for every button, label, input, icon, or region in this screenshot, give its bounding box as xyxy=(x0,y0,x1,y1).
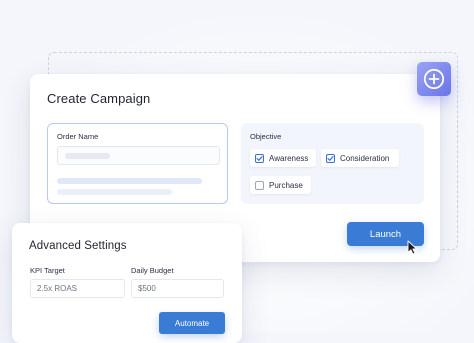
advanced-settings-title: Advanced Settings xyxy=(29,240,127,252)
objective-label: Objective xyxy=(250,132,282,141)
objective-label-purchase: Purchase xyxy=(269,180,303,190)
order-name-input[interactable] xyxy=(57,146,220,165)
input-placeholder-bar xyxy=(65,153,110,159)
add-campaign-button[interactable] xyxy=(417,62,451,96)
checkbox-checked-icon[interactable] xyxy=(326,153,335,163)
objective-chip-awareness[interactable]: Awareness xyxy=(250,149,316,167)
plus-circle-icon xyxy=(423,68,445,90)
kpi-target-label: KPI Target xyxy=(30,266,65,275)
skeleton-line xyxy=(57,178,202,184)
skeleton-line xyxy=(57,189,172,195)
advanced-settings-card: Advanced Settings KPI Target 2.5x ROAS D… xyxy=(12,223,242,343)
objective-chip-consideration[interactable]: Consideration xyxy=(321,149,399,167)
mouse-cursor-icon xyxy=(407,240,418,255)
create-campaign-title: Create Campaign xyxy=(47,91,151,106)
order-name-section: Order Name xyxy=(47,123,228,204)
kpi-target-input[interactable]: 2.5x ROAS xyxy=(30,279,125,298)
objective-chip-purchase[interactable]: Purchase xyxy=(250,176,311,194)
checkbox-unchecked-icon[interactable] xyxy=(255,180,264,190)
objective-label-awareness: Awareness xyxy=(269,153,309,163)
daily-budget-input[interactable]: $500 xyxy=(131,279,224,298)
automate-button[interactable]: Automate xyxy=(159,312,225,334)
order-name-label: Order Name xyxy=(57,132,99,141)
checkbox-checked-icon[interactable] xyxy=(255,153,264,163)
daily-budget-label: Daily Budget xyxy=(131,266,174,275)
objective-section: Objective Awareness Consideration Purcha… xyxy=(241,123,424,204)
objective-label-consideration: Consideration xyxy=(340,153,390,163)
